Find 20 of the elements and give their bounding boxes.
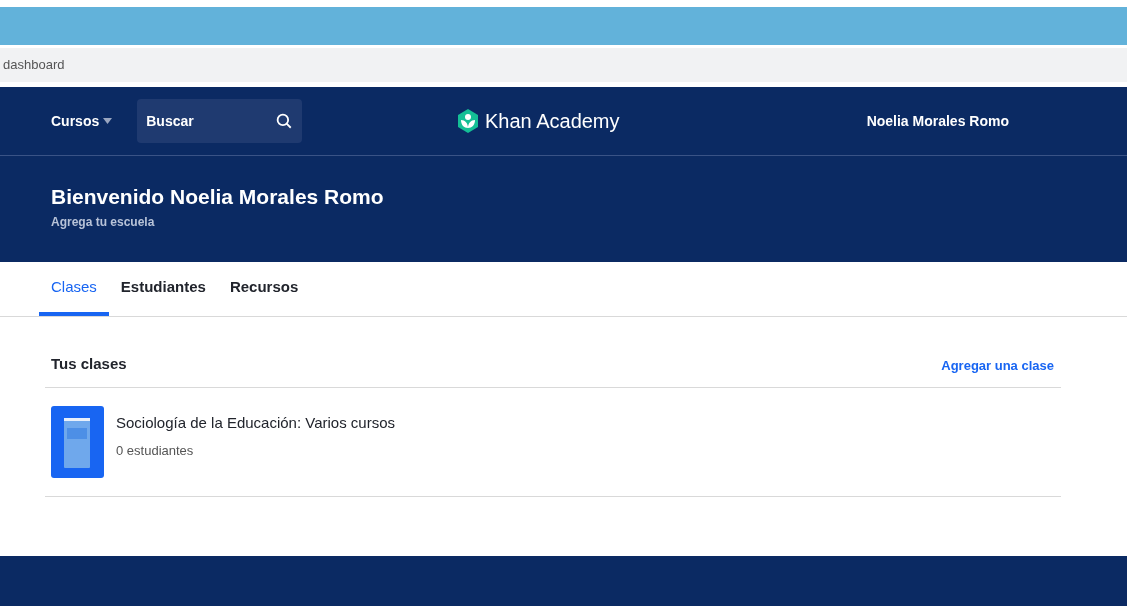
tab[interactable]: Clases bbox=[39, 262, 109, 316]
book-icon bbox=[51, 406, 104, 478]
courses-menu[interactable]: Cursos bbox=[51, 110, 113, 132]
address-bar[interactable]: dashboard bbox=[0, 48, 1127, 82]
url-text: dashboard bbox=[3, 56, 65, 75]
search-icon[interactable] bbox=[275, 112, 294, 130]
student-count: 0 estudiantes bbox=[116, 441, 195, 460]
caret-icon bbox=[103, 118, 113, 124]
search-field[interactable]: Buscar bbox=[137, 99, 303, 143]
class-name: Sociología de la Educación: Varios cursos bbox=[116, 413, 396, 433]
user-menu[interactable]: Noelia Morales Romo bbox=[866, 110, 1009, 132]
logo-text[interactable]: Khan Academy bbox=[485, 106, 620, 136]
add-class-link[interactable]: Agregar una clase bbox=[941, 355, 1054, 375]
section-heading: Tus clases bbox=[51, 353, 127, 374]
add-school-link[interactable]: Agrega tu escuela bbox=[51, 212, 1076, 231]
logo-icon bbox=[457, 109, 479, 133]
tab[interactable]: Estudiantes bbox=[108, 262, 218, 316]
class-row[interactable]: Sociología de la Educación: Varios cursos 0 estudiantes bbox=[45, 388, 1061, 497]
tab[interactable]: Recursos bbox=[217, 262, 311, 316]
welcome-title: Bienvenido Noelia Morales Romo bbox=[51, 184, 385, 211]
